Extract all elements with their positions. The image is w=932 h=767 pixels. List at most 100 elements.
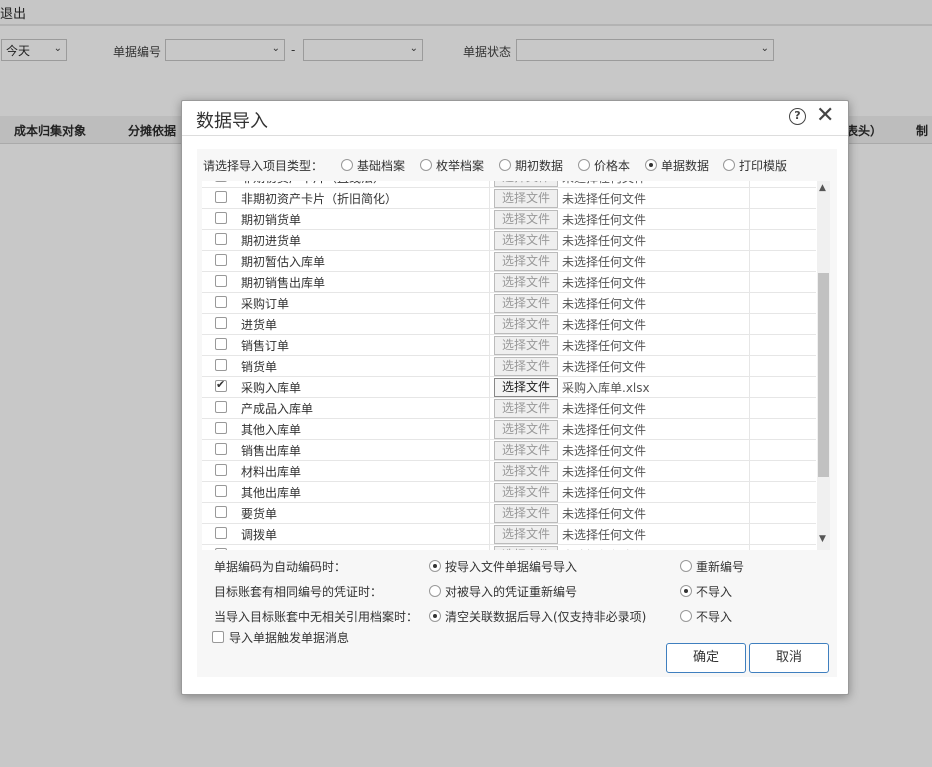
doc-status-select[interactable]: ⌄ bbox=[516, 39, 774, 61]
column-divider bbox=[749, 482, 750, 503]
row-checkbox[interactable] bbox=[215, 527, 227, 539]
column-divider bbox=[749, 272, 750, 293]
choose-file-button[interactable]: 选择文件 bbox=[494, 315, 558, 334]
choose-file-button[interactable]: 选择文件 bbox=[494, 189, 558, 208]
row-checkbox[interactable] bbox=[215, 254, 227, 266]
doc-no-to-select[interactable]: ⌄ bbox=[303, 39, 423, 61]
radio-button[interactable] bbox=[499, 159, 511, 171]
column-header[interactable]: 分摊依据 bbox=[128, 122, 176, 139]
radio-button-selected[interactable] bbox=[429, 610, 441, 622]
row-checkbox[interactable] bbox=[215, 359, 227, 371]
radio-button[interactable] bbox=[723, 159, 735, 171]
choose-file-button[interactable]: 选择文件 bbox=[494, 294, 558, 313]
document-type-name: 调拨单 bbox=[241, 528, 278, 542]
document-row: 产成品入库单 选择文件 未选择任何文件 bbox=[202, 398, 816, 419]
close-icon[interactable]: ✕ bbox=[816, 103, 834, 128]
date-range-value: 今天 bbox=[6, 44, 31, 58]
row-checkbox[interactable] bbox=[215, 401, 227, 413]
radio-button[interactable] bbox=[420, 159, 432, 171]
choose-file-button[interactable]: 选择文件 bbox=[494, 357, 558, 376]
dialog-title: 数据导入 bbox=[196, 111, 268, 132]
row-checkbox[interactable] bbox=[215, 275, 227, 287]
import-type-row: 请选择导入项目类型： 基础档案 枚举档案 期初数据 价格本 单据数据 打印模版 bbox=[203, 159, 788, 173]
radio-button[interactable] bbox=[680, 560, 692, 572]
document-row: 非期初资产卡片（折旧简化） 选择文件 未选择任何文件 bbox=[202, 188, 816, 209]
selected-file-name: 未选择任何文件 bbox=[562, 297, 647, 311]
selected-file-name: 未选择任何文件 bbox=[562, 255, 647, 269]
choose-file-button[interactable]: 选择文件 bbox=[494, 252, 558, 271]
selected-file-name: 未选择任何文件 bbox=[562, 192, 647, 206]
row-checkbox[interactable] bbox=[215, 317, 227, 329]
document-row: 非期初资产卡片（直线法） 选择文件未选择任何文件 bbox=[202, 181, 816, 188]
scroll-up-icon[interactable]: ▲ bbox=[819, 183, 826, 193]
option-label: 当导入目标账套中无相关引用档案时： bbox=[214, 610, 419, 624]
column-divider bbox=[489, 251, 490, 272]
choose-file-button[interactable]: 选择文件 bbox=[494, 420, 558, 439]
column-header[interactable]: 成本归集对象 bbox=[14, 122, 86, 139]
radio-button[interactable] bbox=[429, 585, 441, 597]
row-checkbox[interactable] bbox=[215, 181, 227, 182]
choose-file-button[interactable]: 选择文件 bbox=[494, 399, 558, 418]
top-toolbar: 退出 bbox=[0, 0, 932, 26]
row-checkbox[interactable] bbox=[215, 464, 227, 476]
row-checkbox[interactable] bbox=[215, 233, 227, 245]
column-header[interactable]: 表头） bbox=[846, 122, 882, 139]
radio-button-selected[interactable] bbox=[680, 585, 692, 597]
choose-file-button[interactable]: 选择文件 bbox=[494, 546, 558, 550]
scrollbar-thumb[interactable] bbox=[818, 273, 829, 477]
scroll-down-icon[interactable]: ▼ bbox=[819, 534, 826, 544]
row-checkbox[interactable] bbox=[215, 506, 227, 518]
column-header[interactable]: 制 bbox=[916, 122, 928, 139]
choose-file-button[interactable]: 选择文件 bbox=[494, 336, 558, 355]
document-type-name: 销售订单 bbox=[241, 339, 290, 353]
row-checkbox[interactable] bbox=[215, 378, 227, 392]
date-range-select[interactable]: 今天 ⌄ bbox=[1, 39, 67, 61]
column-divider bbox=[749, 181, 750, 188]
option-label: 单据编码为自动编码时： bbox=[214, 560, 347, 574]
confirm-button[interactable]: 确定 bbox=[666, 643, 746, 673]
selected-file-name: 未选择任何文件 bbox=[562, 547, 646, 550]
selected-file-name: 未选择任何文件 bbox=[562, 276, 647, 290]
radio-button[interactable] bbox=[578, 159, 590, 171]
choose-file-button[interactable]: 选择文件 bbox=[494, 462, 558, 481]
row-checkbox[interactable] bbox=[215, 443, 227, 455]
choose-file-button[interactable]: 选择文件 bbox=[494, 504, 558, 523]
row-checkbox[interactable] bbox=[215, 422, 227, 434]
row-checkbox[interactable] bbox=[215, 191, 227, 203]
document-row: 期初销售出库单 选择文件 未选择任何文件 bbox=[202, 272, 816, 293]
column-divider bbox=[749, 440, 750, 461]
choose-file-button[interactable]: 选择文件 bbox=[494, 378, 558, 397]
radio-button-selected[interactable] bbox=[645, 159, 657, 171]
document-type-name: 非期初资产卡片（直线法） bbox=[241, 181, 385, 186]
doc-no-from-select[interactable]: ⌄ bbox=[165, 39, 285, 61]
document-row: 采购订单 选择文件 未选择任何文件 bbox=[202, 293, 816, 314]
document-row: 销售出库单 选择文件 未选择任何文件 bbox=[202, 440, 816, 461]
choose-file-button[interactable]: 选择文件 bbox=[494, 483, 558, 502]
radio-button[interactable] bbox=[680, 610, 692, 622]
row-checkbox[interactable] bbox=[215, 212, 227, 224]
document-type-name: 产成品入库单 bbox=[241, 402, 314, 416]
row-checkbox[interactable] bbox=[215, 485, 227, 497]
choose-file-button[interactable]: 选择文件 bbox=[494, 273, 558, 292]
selected-file-name: 未选择任何文件 bbox=[562, 213, 647, 227]
list-scrollbar[interactable]: ▲ ▼ bbox=[817, 181, 830, 550]
choose-file-button[interactable]: 选择文件 bbox=[494, 441, 558, 460]
row-checkbox[interactable] bbox=[215, 296, 227, 308]
choose-file-button[interactable]: 选择文件 bbox=[494, 525, 558, 544]
checkbox[interactable] bbox=[212, 631, 224, 643]
row-checkbox[interactable] bbox=[215, 338, 227, 350]
document-list[interactable]: 非期初资产卡片（直线法）选择文件未选择任何文件非期初资产卡片（折旧简化）选择文件… bbox=[202, 181, 830, 550]
cancel-button[interactable]: 取消 bbox=[749, 643, 829, 673]
choose-file-button[interactable]: 选择文件 bbox=[494, 181, 558, 187]
radio-button[interactable] bbox=[341, 159, 353, 171]
selected-file-name: 未选择任何文件 bbox=[562, 181, 646, 186]
document-list-rows: 非期初资产卡片（直线法）选择文件未选择任何文件非期初资产卡片（折旧简化）选择文件… bbox=[202, 181, 816, 550]
exit-button[interactable]: 退出 bbox=[0, 3, 26, 22]
help-icon[interactable]: ? bbox=[789, 108, 806, 125]
column-divider bbox=[489, 440, 490, 461]
radio-button-selected[interactable] bbox=[429, 560, 441, 572]
row-checkbox[interactable] bbox=[215, 548, 227, 550]
choose-file-button[interactable]: 选择文件 bbox=[494, 210, 558, 229]
choose-file-button[interactable]: 选择文件 bbox=[494, 231, 558, 250]
column-divider bbox=[749, 377, 750, 398]
